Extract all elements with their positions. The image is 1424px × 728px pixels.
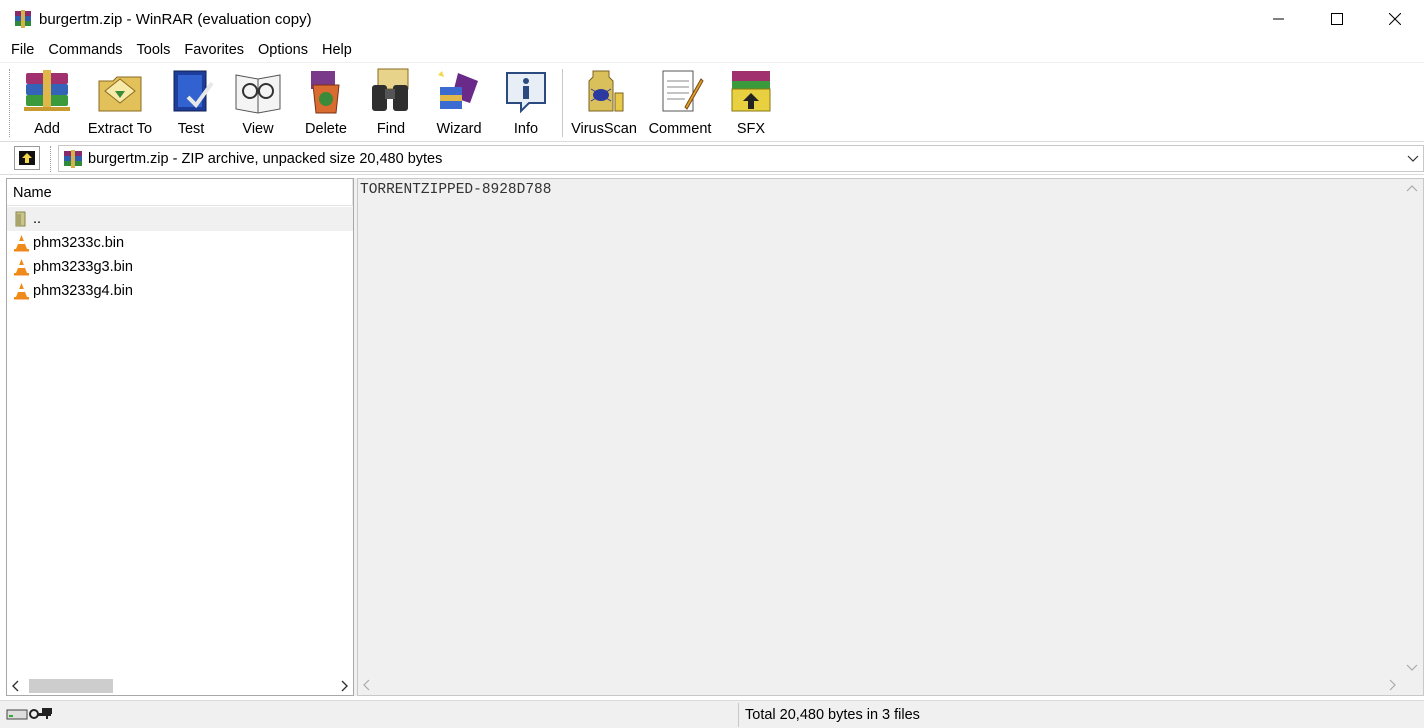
menu-tools[interactable]: Tools xyxy=(130,38,178,62)
info-icon xyxy=(506,72,546,114)
vlc-cone-icon xyxy=(14,235,29,252)
sfx-button[interactable]: SFX xyxy=(724,67,778,139)
add-button[interactable]: Add xyxy=(16,67,78,139)
wizard-button[interactable]: Wizard xyxy=(428,67,490,139)
view-button[interactable]: View xyxy=(230,67,286,139)
winrar-icon xyxy=(15,10,31,28)
up-one-level-button[interactable] xyxy=(14,146,40,170)
maximize-icon xyxy=(1331,13,1343,25)
add-archive-icon xyxy=(24,70,70,111)
minimize-icon xyxy=(1273,18,1284,20)
menu-help[interactable]: Help xyxy=(315,38,359,62)
comment-horizontal-scrollbar[interactable] xyxy=(358,675,1423,695)
comment-vertical-scrollbar[interactable] xyxy=(1401,179,1423,675)
info-button[interactable]: Info xyxy=(498,67,554,139)
list-item[interactable]: phm3233g3.bin xyxy=(7,255,353,279)
list-item[interactable]: phm3233g4.bin xyxy=(7,279,353,303)
status-total-text: Total 20,480 bytes in 3 files xyxy=(745,707,920,723)
test-book-icon xyxy=(173,70,214,112)
folder-up-icon xyxy=(15,211,26,227)
minimize-button[interactable] xyxy=(1250,0,1308,38)
file-list-pane: Name .. phm3233c.bin phm3233g3.bin phm32… xyxy=(6,178,354,696)
menu-bar: File Commands Tools Favorites Options He… xyxy=(0,38,1424,62)
close-button[interactable] xyxy=(1366,0,1424,38)
wizard-icon xyxy=(438,71,478,109)
column-header-name[interactable]: Name xyxy=(7,179,353,206)
menu-favorites[interactable]: Favorites xyxy=(177,38,251,62)
chevron-left-icon[interactable] xyxy=(362,677,372,693)
chevron-right-icon[interactable] xyxy=(339,678,349,694)
chevron-right-icon[interactable] xyxy=(1387,677,1397,693)
view-book-glasses-icon xyxy=(235,74,281,114)
test-button[interactable]: Test xyxy=(164,67,218,139)
toolbar: Add Extract To Test View Delete Find Wiz… xyxy=(0,62,1424,142)
virusscan-button[interactable]: VirusScan xyxy=(570,67,638,139)
chevron-down-icon[interactable] xyxy=(1407,151,1419,165)
menu-file[interactable]: File xyxy=(4,38,41,62)
archive-path-field[interactable]: burgertm.zip - ZIP archive, unpacked siz… xyxy=(58,145,1424,172)
vlc-cone-icon xyxy=(14,283,29,300)
status-divider xyxy=(738,703,739,727)
menu-options[interactable]: Options xyxy=(251,38,315,62)
toolbar-grip xyxy=(9,69,12,137)
delete-button[interactable]: Delete xyxy=(298,67,354,139)
comment-button[interactable]: Comment xyxy=(644,67,716,139)
maximize-button[interactable] xyxy=(1308,0,1366,38)
extract-to-button[interactable]: Extract To xyxy=(84,67,156,139)
find-button[interactable]: Find xyxy=(362,67,420,139)
toolbar-separator xyxy=(562,69,564,137)
window-title: burgertm.zip - WinRAR (evaluation copy) xyxy=(39,11,312,28)
arrow-up-icon xyxy=(19,151,35,165)
virusscan-icon xyxy=(588,70,624,112)
vlc-cone-icon xyxy=(14,259,29,276)
winrar-archive-icon xyxy=(64,150,82,168)
archive-comment-text: TORRENTZIPPED-8928D788 xyxy=(360,182,552,198)
chevron-down-icon[interactable] xyxy=(1406,663,1418,673)
title-bar: burgertm.zip - WinRAR (evaluation copy) xyxy=(0,0,1424,38)
status-bar: Total 20,480 bytes in 3 files xyxy=(0,700,1424,728)
sfx-icon xyxy=(731,71,771,112)
address-grip xyxy=(50,146,51,172)
close-icon xyxy=(1389,13,1401,25)
archive-comment-pane: TORRENTZIPPED-8928D788 xyxy=(357,178,1424,696)
address-bar: burgertm.zip - ZIP archive, unpacked siz… xyxy=(0,142,1424,175)
file-list-horizontal-scrollbar[interactable] xyxy=(7,677,353,695)
chevron-left-icon[interactable] xyxy=(11,678,21,694)
archive-path-text: burgertm.zip - ZIP archive, unpacked siz… xyxy=(88,151,443,167)
comment-notepad-icon xyxy=(662,70,704,112)
chevron-up-icon[interactable] xyxy=(1406,183,1418,193)
drive-key-icon[interactable] xyxy=(6,706,54,722)
list-item[interactable]: phm3233c.bin xyxy=(7,231,353,255)
column-divider[interactable] xyxy=(352,179,353,206)
delete-recycle-icon xyxy=(311,71,340,114)
scrollbar-thumb[interactable] xyxy=(29,679,113,693)
find-binoculars-icon xyxy=(372,68,409,111)
extract-folder-icon xyxy=(98,76,142,112)
menu-commands[interactable]: Commands xyxy=(41,38,129,62)
list-item-parent[interactable]: .. xyxy=(7,207,353,231)
